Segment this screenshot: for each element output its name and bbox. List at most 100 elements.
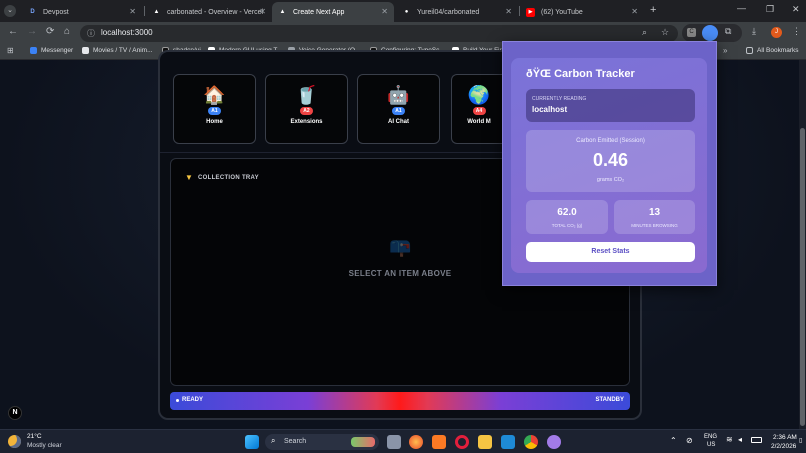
close-window-button[interactable]: ✕ bbox=[792, 4, 800, 15]
card-home[interactable]: 🏠 A1 Home bbox=[173, 74, 256, 144]
tab-youtube[interactable]: ▶ (62) YouTube ✕ bbox=[520, 2, 644, 22]
volume-icon[interactable]: ◂ bbox=[738, 435, 742, 444]
close-icon[interactable]: ✕ bbox=[259, 7, 266, 16]
close-icon[interactable]: ✕ bbox=[631, 7, 638, 16]
chrome-icon[interactable] bbox=[524, 435, 538, 449]
lang-line2[interactable]: US bbox=[707, 442, 715, 448]
triangle-icon: ▼ bbox=[185, 173, 193, 182]
bookmark-movies[interactable]: Movies / TV / Anim... bbox=[82, 47, 152, 54]
minutes-value: 13 bbox=[648, 207, 661, 218]
extension-active-icon[interactable] bbox=[702, 25, 718, 41]
lang-line1[interactable]: ENG bbox=[704, 434, 717, 440]
tab-title: Devpost bbox=[43, 8, 69, 16]
reading-box: CURRENTLY READING localhost bbox=[526, 89, 695, 122]
emitted-box: Carbon Emitted (Session) 0.46 grams CO₂ bbox=[526, 130, 695, 192]
tab-create-next-app[interactable]: ▲ Create Next App ✕ bbox=[272, 2, 394, 22]
clock-date[interactable]: 2/2/2026 bbox=[771, 443, 796, 450]
battery-icon[interactable] bbox=[751, 437, 762, 443]
download-icon[interactable]: ⤓ bbox=[752, 26, 756, 37]
tray-camera-off-icon[interactable]: ⊘ bbox=[686, 436, 693, 445]
next-dev-indicator[interactable]: N bbox=[8, 406, 22, 420]
github-desktop-icon[interactable] bbox=[547, 435, 561, 449]
reset-stats-button[interactable]: Reset Stats bbox=[526, 242, 695, 262]
star-icon[interactable]: ☆ bbox=[661, 27, 669, 38]
tab-title: carbonated - Overview - Vercel bbox=[167, 8, 264, 16]
scrollbar[interactable] bbox=[799, 60, 806, 429]
status-dot-icon bbox=[176, 399, 179, 402]
windows-start-icon[interactable] bbox=[245, 435, 259, 449]
carbon-tracker-popup: ðŸŒ Carbon Tracker CURRENTLY READING loc… bbox=[502, 41, 717, 286]
card-ai-chat[interactable]: 🤖 A1 AI Chat bbox=[357, 74, 440, 144]
new-tab-button[interactable]: + bbox=[650, 4, 656, 16]
minimize-button[interactable]: — bbox=[737, 3, 746, 13]
weather-desc[interactable]: Mostly clear bbox=[27, 442, 62, 449]
address-text: localhost:3000 bbox=[101, 28, 153, 37]
tray-chevron-icon[interactable]: ⌃ bbox=[670, 436, 677, 445]
tray-title: COLLECTION TRAY bbox=[198, 175, 259, 181]
card-label: Home bbox=[206, 119, 223, 125]
carbon-extension-icon[interactable]: C bbox=[687, 28, 696, 37]
card-badge: A1 bbox=[208, 107, 221, 115]
tab-github[interactable]: ● Yureil04/carbonated ✕ bbox=[396, 2, 518, 22]
address-bar[interactable]: ⓘ localhost:3000 ⌕ ☆ bbox=[80, 25, 678, 42]
house-icon: 🏠 bbox=[203, 85, 226, 105]
back-icon[interactable]: ← bbox=[8, 26, 18, 37]
card-label: Extensions bbox=[290, 119, 323, 125]
tab-title: Create Next App bbox=[293, 8, 345, 16]
file-explorer-icon[interactable] bbox=[478, 435, 492, 449]
home-icon[interactable]: ⌂ bbox=[64, 26, 70, 37]
close-icon[interactable]: ✕ bbox=[381, 7, 388, 16]
emitted-value: 0.46 bbox=[592, 150, 629, 170]
reading-value: localhost bbox=[532, 105, 568, 114]
notification-icon[interactable]: ▯ bbox=[799, 437, 802, 444]
popup-card: ðŸŒ Carbon Tracker CURRENTLY READING loc… bbox=[511, 58, 707, 273]
search-icon: ⌕ bbox=[271, 436, 276, 445]
status-right: STANDBY bbox=[595, 397, 624, 403]
more-bookmarks-icon[interactable]: » bbox=[723, 46, 727, 55]
site-info-icon[interactable]: ⓘ bbox=[87, 28, 95, 39]
reading-label: CURRENTLY READING bbox=[532, 96, 587, 102]
forward-icon[interactable]: → bbox=[27, 26, 37, 37]
tab-vercel[interactable]: ▲ carbonated - Overview - Vercel ✕ bbox=[146, 2, 272, 22]
taskbar-search[interactable]: ⌕ Search bbox=[265, 434, 379, 450]
mailbox-icon: 📪 bbox=[389, 237, 412, 257]
robot-icon: 🤖 bbox=[387, 85, 410, 105]
all-bookmarks[interactable]: All Bookmarks bbox=[746, 47, 799, 54]
tab-devpost[interactable]: D Devpost ✕ bbox=[22, 2, 142, 22]
puzzle-icon[interactable]: ⧉ bbox=[725, 26, 731, 37]
apps-icon[interactable]: ⊞ bbox=[7, 46, 14, 55]
card-badge: A2 bbox=[300, 107, 313, 115]
opera-icon[interactable] bbox=[455, 435, 469, 449]
reload-icon[interactable]: ⟳ bbox=[46, 26, 54, 37]
card-extensions[interactable]: 🥤 A2 Extensions bbox=[265, 74, 348, 144]
minutes-box: 13 MINUTES BROWSING bbox=[614, 200, 695, 234]
card-label: World M bbox=[467, 119, 491, 125]
globe-icon: 🌍 bbox=[467, 85, 491, 105]
emitted-unit: grams CO₂ bbox=[596, 177, 625, 183]
youtube-icon: ▶ bbox=[526, 7, 535, 17]
card-world-map[interactable]: 🌍 A4 World M bbox=[451, 74, 506, 144]
menu-icon[interactable]: ⋮ bbox=[792, 26, 801, 37]
wifi-icon[interactable]: ≋ bbox=[726, 435, 733, 444]
clock-time[interactable]: 2:36 AM bbox=[773, 434, 797, 441]
vscode-icon[interactable] bbox=[501, 435, 515, 449]
drink-icon: 🥤 bbox=[295, 85, 318, 105]
close-icon[interactable]: ✕ bbox=[129, 7, 136, 16]
minutes-label: MINUTES BROWSING bbox=[631, 223, 678, 228]
search-highlight-icon bbox=[351, 437, 375, 447]
avatar[interactable]: J bbox=[771, 27, 782, 38]
total-value: 62.0 bbox=[557, 207, 577, 218]
weather-temp[interactable]: 21°C bbox=[27, 433, 42, 440]
bookmark-messenger[interactable]: Messenger bbox=[30, 47, 73, 54]
card-label: AI Chat bbox=[388, 119, 409, 125]
close-icon[interactable]: ✕ bbox=[505, 7, 512, 16]
github-icon: ● bbox=[404, 9, 409, 15]
xampp-icon[interactable] bbox=[432, 435, 446, 449]
search-icon[interactable]: ⌕ bbox=[642, 27, 647, 38]
taskbar: 21°C Mostly clear ⌕ Search ⌃ ⊘ ENG US ≋ … bbox=[0, 429, 806, 453]
total-box: 62.0 TOTAL CO₂ (g) bbox=[526, 200, 608, 234]
task-view-icon[interactable] bbox=[387, 435, 401, 449]
maximize-button[interactable]: ❐ bbox=[766, 4, 774, 15]
firefox-icon[interactable] bbox=[409, 435, 423, 449]
tab-search-button[interactable]: ⌄ bbox=[4, 5, 16, 17]
